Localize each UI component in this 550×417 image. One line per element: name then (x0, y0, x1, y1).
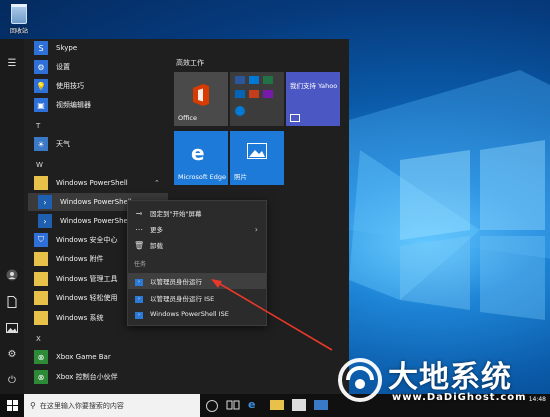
arrow-line (214, 280, 333, 351)
store-icon[interactable] (292, 399, 306, 411)
arrow-head (211, 279, 222, 288)
windows-logo-icon (6, 400, 18, 411)
start-button[interactable] (0, 394, 24, 417)
taskbar-search[interactable]: ⚲ 在这里输入你要搜索的内容 (24, 394, 200, 417)
watermark-url: www.DaDiGhost.com (392, 392, 527, 403)
task-view-icon[interactable] (226, 398, 240, 412)
watermark-brand: 大地系统 (388, 360, 512, 395)
cortana-icon[interactable] (206, 400, 218, 412)
mail-icon[interactable] (314, 400, 328, 410)
watermark: 大地系统 www.DaDiGhost.com (330, 352, 546, 408)
search-icon: ⚲ (30, 401, 36, 410)
edge-icon[interactable]: e (248, 398, 262, 412)
watermark-logo (338, 358, 382, 402)
search-placeholder: 在这里输入你要搜索的内容 (39, 401, 124, 410)
file-explorer-icon[interactable] (270, 400, 284, 410)
